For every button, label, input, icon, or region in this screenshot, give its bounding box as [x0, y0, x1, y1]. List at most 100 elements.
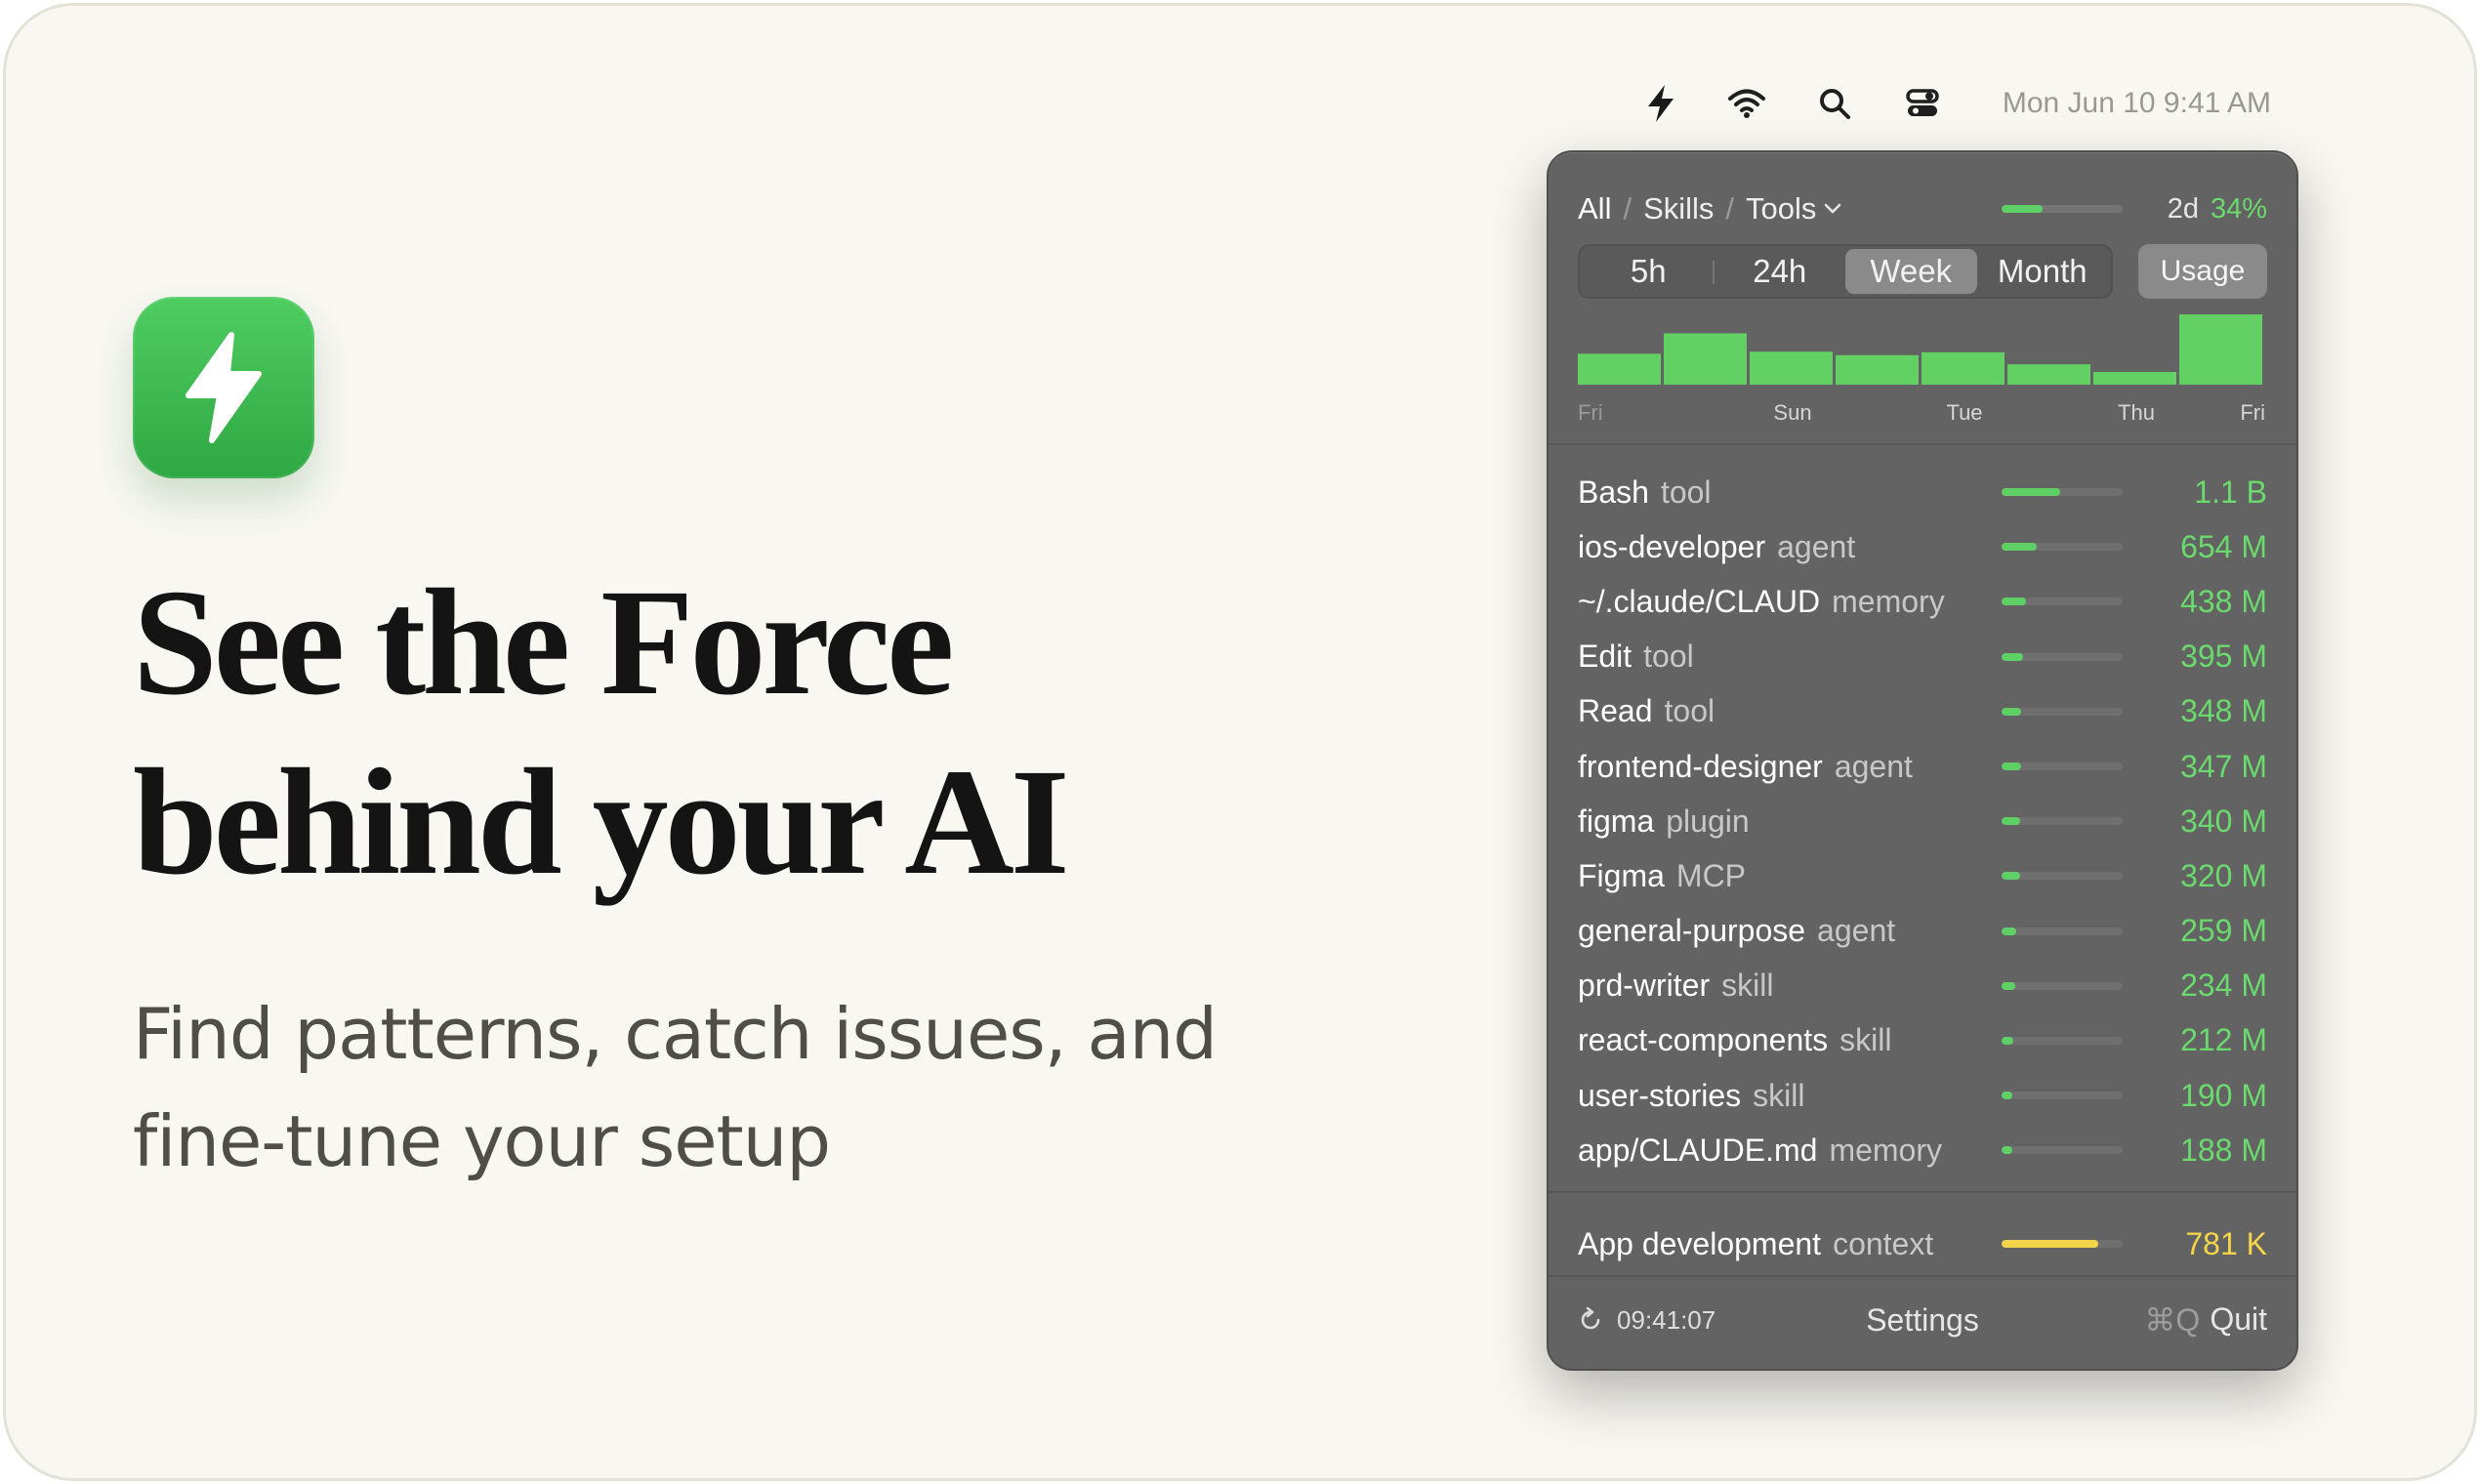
- item-label: prd-writer skill: [1578, 968, 1988, 1004]
- list-item[interactable]: frontend-designer agent 347 M: [1578, 739, 2267, 794]
- item-name: Read: [1578, 693, 1653, 729]
- context-row[interactable]: App development context 781 K: [1578, 1216, 2267, 1271]
- item-label: app/CLAUDE.md memory: [1578, 1133, 1988, 1169]
- list-item[interactable]: Bash tool 1.1 B: [1578, 465, 2267, 519]
- item-meter: [2002, 981, 2123, 990]
- item-value: 1.1 B: [2194, 474, 2267, 510]
- headline: See the Force behind your AI: [133, 553, 1070, 912]
- item-kind: memory: [1829, 1132, 1942, 1168]
- list-item[interactable]: react-components skill 212 M: [1578, 1013, 2267, 1068]
- headline-line-1: See the Force: [133, 557, 954, 726]
- refresh-button[interactable]: 09:41:07: [1578, 1305, 1715, 1336]
- chart-bar: [1836, 354, 1919, 385]
- item-meter-fill: [2002, 652, 2024, 661]
- breadcrumb-separator: /: [1623, 191, 1633, 226]
- list-item[interactable]: prd-writer skill 234 M: [1578, 959, 2267, 1013]
- item-meter-fill: [2002, 707, 2021, 716]
- item-meter-fill: [2002, 488, 2060, 496]
- breadcrumb-separator: /: [1725, 191, 1735, 226]
- item-kind: plugin: [1666, 803, 1750, 839]
- chart-divider: [1549, 443, 2296, 445]
- item-name: Edit: [1578, 639, 1633, 675]
- period-days: 2d: [2167, 192, 2199, 225]
- list-item[interactable]: app/CLAUDE.md memory 188 M: [1578, 1123, 2267, 1177]
- list-item[interactable]: Edit tool 395 M: [1578, 630, 2267, 684]
- list-item[interactable]: general-purpose agent 259 M: [1578, 904, 2267, 959]
- item-meter: [2002, 817, 2123, 826]
- item-meter: [2002, 872, 2123, 881]
- item-value: 188 M: [2180, 1132, 2267, 1168]
- chart-tick-label: Thu: [2118, 400, 2155, 425]
- period-progress-fill: [2002, 205, 2044, 213]
- usage-button[interactable]: Usage: [2138, 244, 2267, 299]
- item-label: Figma MCP: [1578, 858, 1988, 894]
- menu-bar: Mon Jun 10 9:41 AM: [1636, 76, 2271, 131]
- range-selector: 5h 24h Week Month: [1578, 244, 2113, 299]
- search-icon[interactable]: [1810, 76, 1859, 131]
- breadcrumb-all[interactable]: All: [1578, 191, 1611, 227]
- item-kind: agent: [1834, 748, 1913, 784]
- item-label: figma plugin: [1578, 804, 1988, 840]
- context-meter: [2002, 1240, 2123, 1248]
- list-item[interactable]: user-stories skill 190 M: [1578, 1068, 2267, 1123]
- bolt-icon[interactable]: [1636, 76, 1685, 131]
- chart-bar: [1664, 333, 1747, 385]
- list-item[interactable]: Read tool 348 M: [1578, 684, 2267, 739]
- list-item[interactable]: ~/.claude/CLAUD memory 438 M: [1578, 574, 2267, 629]
- headline-line-2: behind your AI: [133, 737, 1070, 906]
- range-5h[interactable]: 5h: [1583, 249, 1715, 294]
- list-item[interactable]: ios-developer agent 654 M: [1578, 519, 2267, 574]
- item-label: react-components skill: [1578, 1022, 1988, 1058]
- range-week[interactable]: Week: [1845, 249, 1977, 294]
- item-meter: [2002, 1146, 2123, 1155]
- period-progress-bar: [2002, 205, 2123, 213]
- usage-list: Bash tool 1.1 B ios-developer agent 654 M ~/.c…: [1578, 465, 2267, 1177]
- subheadline-line-2: fine-tune your setup: [133, 1100, 831, 1182]
- item-meter-fill: [2002, 872, 2020, 881]
- item-meter: [2002, 707, 2123, 716]
- item-value: 234 M: [2180, 968, 2267, 1004]
- item-value: 438 M: [2180, 583, 2267, 619]
- quit-shortcut: ⌘Q: [2144, 1302, 2201, 1338]
- list-item[interactable]: Figma MCP 320 M: [1578, 848, 2267, 903]
- item-name: app/CLAUDE.md: [1578, 1132, 1818, 1168]
- quit-label: Quit: [2210, 1301, 2267, 1337]
- breadcrumb-tools-label: Tools: [1746, 191, 1817, 226]
- settings-button[interactable]: Settings: [1866, 1302, 1979, 1339]
- range-month[interactable]: Month: [1977, 249, 2109, 294]
- wifi-icon[interactable]: [1722, 76, 1771, 131]
- chart-tick-label: Tue: [1946, 400, 1982, 425]
- breadcrumb-tools[interactable]: Tools: [1746, 191, 1841, 227]
- context-value: 781 K: [2185, 1225, 2267, 1261]
- chart-bar: [2093, 372, 2176, 385]
- footer-divider: [1549, 1275, 2296, 1277]
- breadcrumb-skills[interactable]: Skills: [1643, 191, 1714, 227]
- item-value: 347 M: [2180, 748, 2267, 784]
- chart-bar: [1922, 351, 2005, 385]
- item-value: 259 M: [2180, 913, 2267, 949]
- item-name: user-stories: [1578, 1077, 1742, 1113]
- breadcrumb: All / Skills / Tools: [1578, 187, 1841, 230]
- item-kind: tool: [1660, 474, 1712, 510]
- item-meter: [2002, 1036, 2123, 1045]
- item-value: 320 M: [2180, 857, 2267, 893]
- promo-card: See the Force behind your AI Find patter…: [3, 3, 2477, 1481]
- menu-bar-clock[interactable]: Mon Jun 10 9:41 AM: [2003, 87, 2271, 120]
- control-center-icon[interactable]: [1898, 76, 1947, 131]
- range-24h[interactable]: 24h: [1715, 249, 1846, 294]
- item-kind: skill: [1839, 1022, 1892, 1058]
- item-value: 190 M: [2180, 1077, 2267, 1113]
- list-item[interactable]: figma plugin 340 M: [1578, 794, 2267, 848]
- item-label: user-stories skill: [1578, 1078, 1988, 1114]
- lightning-bolt-icon: [186, 332, 262, 443]
- item-meter-fill: [2002, 1036, 2014, 1045]
- chart-bar: [2179, 314, 2262, 385]
- item-meter-fill: [2002, 1146, 2012, 1155]
- chevron-down-icon: [1825, 203, 1841, 214]
- quit-button[interactable]: ⌘Q Quit: [2144, 1301, 2267, 1339]
- item-meter: [2002, 598, 2123, 606]
- item-value: 212 M: [2180, 1022, 2267, 1058]
- chart-tick-label: Fri: [1578, 400, 1603, 425]
- item-name: react-components: [1578, 1022, 1829, 1058]
- list-divider: [1549, 1191, 2296, 1193]
